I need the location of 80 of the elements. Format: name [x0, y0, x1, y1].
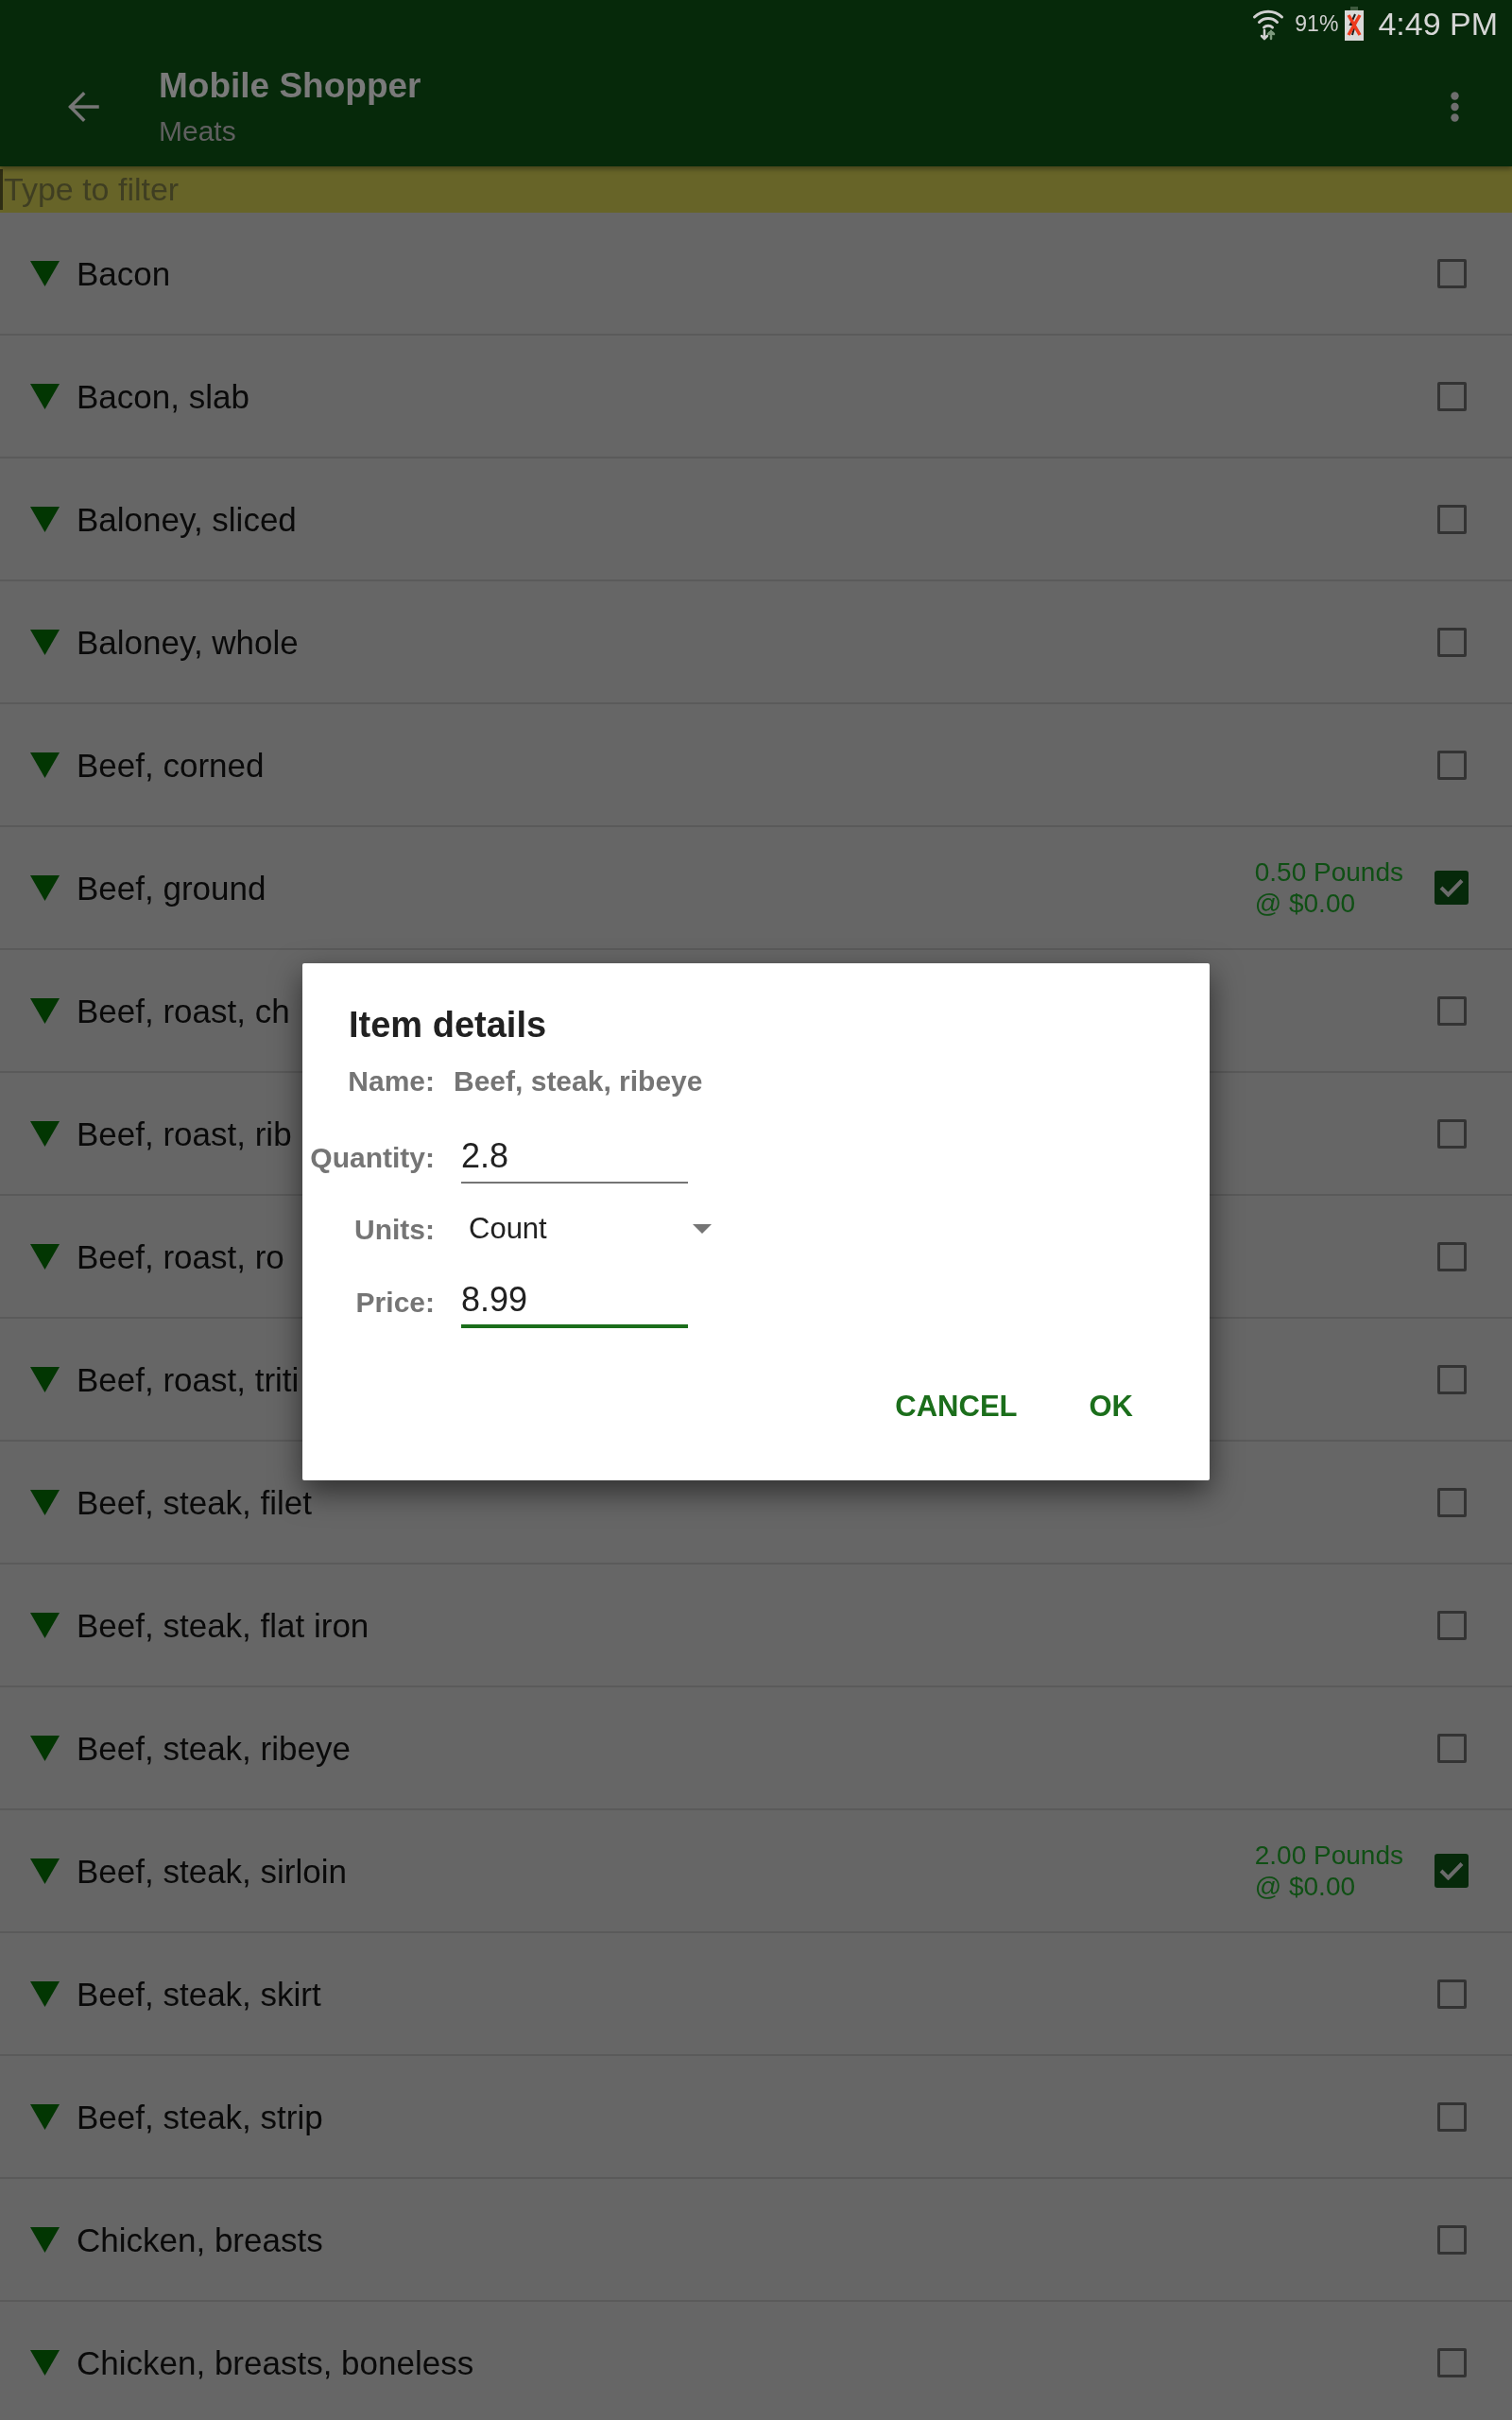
checkbox[interactable]: [1436, 2347, 1467, 2377]
checkbox[interactable]: [1436, 1241, 1467, 1271]
caret-down-icon[interactable]: [30, 997, 60, 1024]
item-name[interactable]: Beef, steak, flat iron: [77, 1608, 369, 1642]
item-name[interactable]: Bacon, slab: [77, 379, 249, 413]
checkbox[interactable]: [1436, 2224, 1467, 2255]
checkbox[interactable]: [1436, 1733, 1467, 1763]
item-name[interactable]: Chicken, breasts, boneless: [77, 2345, 474, 2379]
dialog-button[interactable]: CANCEL: [880, 1376, 1033, 1437]
checkbox[interactable]: [1435, 1854, 1469, 1888]
back-arrow-icon[interactable]: [67, 91, 99, 123]
battery-icon: [1345, 7, 1365, 41]
field-value: Beef, steak, ribeye: [454, 1063, 703, 1098]
caret-down-icon[interactable]: [30, 874, 60, 901]
item-name[interactable]: Baloney, whole: [77, 625, 299, 659]
overflow-menu-icon[interactable]: [1451, 92, 1459, 122]
battery-percent: 91%: [1295, 12, 1339, 35]
price-text: @ $0.00: [1254, 888, 1357, 919]
checkbox[interactable]: [1436, 1610, 1467, 1640]
field-label: Quantity:: [309, 1140, 435, 1175]
caret-down-icon: [693, 1224, 712, 1234]
caret-down-icon[interactable]: [30, 752, 60, 778]
units-dropdown[interactable]: Count: [461, 1205, 718, 1253]
quantity-text: 2.00 Pounds: [1254, 1840, 1403, 1871]
item-name[interactable]: Beef, roast, rib: [77, 1116, 292, 1150]
caret-down-icon[interactable]: [30, 506, 60, 532]
item-name[interactable]: Beef, roast, triti: [77, 1362, 300, 1396]
dialog-title: Item details: [349, 1004, 547, 1046]
checkbox[interactable]: [1436, 381, 1467, 411]
item-name[interactable]: Beef, steak, strip: [77, 2100, 323, 2134]
item-name[interactable]: Beef, roast, ch: [77, 994, 290, 1028]
caret-down-icon[interactable]: [30, 2103, 60, 2130]
caret-down-icon[interactable]: [30, 629, 60, 655]
item-name[interactable]: Beef, roast, ro: [77, 1239, 284, 1273]
clock-time: 4:49 PM: [1378, 8, 1498, 40]
caret-down-icon[interactable]: [30, 1980, 60, 2007]
dialog-button[interactable]: OK: [1074, 1376, 1148, 1437]
text-field[interactable]: 8.99: [461, 1275, 688, 1328]
caret-down-icon[interactable]: [30, 1243, 60, 1270]
field-label: Price:: [354, 1285, 435, 1320]
checkmark-icon: [1439, 878, 1464, 897]
app-subtitle: Meats: [159, 114, 237, 148]
quantity-text: 0.50 Pounds: [1254, 856, 1403, 888]
caret-down-icon[interactable]: [30, 1366, 60, 1392]
checkbox[interactable]: [1435, 871, 1469, 905]
item-name[interactable]: Beef, corned: [77, 748, 265, 782]
item-name[interactable]: Beef, steak, sirloin: [77, 1854, 347, 1888]
checkbox[interactable]: [1436, 1364, 1467, 1394]
item-name[interactable]: Chicken, breasts: [77, 2222, 323, 2256]
item-name[interactable]: Beef, steak, ribeye: [77, 1731, 351, 1765]
caret-down-icon[interactable]: [30, 2226, 60, 2253]
checkmark-icon: [1439, 1861, 1464, 1880]
checkbox[interactable]: [1436, 258, 1467, 288]
caret-down-icon[interactable]: [30, 1735, 60, 1761]
field-label: Name:: [347, 1063, 435, 1098]
caret-down-icon[interactable]: [30, 1120, 60, 1147]
checkbox[interactable]: [1436, 750, 1467, 780]
price-text: @ $0.00: [1254, 1871, 1357, 1902]
caret-down-icon[interactable]: [30, 1858, 60, 1884]
text-cursor-icon: [0, 169, 3, 210]
text-field[interactable]: 2.8: [461, 1131, 688, 1184]
caret-down-icon[interactable]: [30, 1489, 60, 1515]
item-name[interactable]: Beef, steak, filet: [77, 1485, 313, 1519]
caret-down-icon[interactable]: [30, 1612, 60, 1638]
checkbox[interactable]: [1436, 627, 1467, 657]
field-label: Units:: [353, 1212, 435, 1247]
item-name[interactable]: Beef, steak, skirt: [77, 1977, 321, 2011]
item-name[interactable]: Bacon: [77, 256, 171, 290]
checkbox[interactable]: [1436, 1487, 1467, 1517]
item-name[interactable]: Beef, ground: [77, 871, 266, 905]
checkbox[interactable]: [1436, 995, 1467, 1026]
caret-down-icon[interactable]: [30, 383, 60, 409]
checkbox[interactable]: [1436, 504, 1467, 534]
checkbox[interactable]: [1436, 2101, 1467, 2132]
checkbox[interactable]: [1436, 1118, 1467, 1149]
caret-down-icon[interactable]: [30, 2349, 60, 2376]
checkbox[interactable]: [1436, 1979, 1467, 2009]
item-name[interactable]: Baloney, sliced: [77, 502, 297, 536]
app-title: Mobile Shopper: [159, 65, 421, 107]
caret-down-icon[interactable]: [30, 260, 60, 286]
